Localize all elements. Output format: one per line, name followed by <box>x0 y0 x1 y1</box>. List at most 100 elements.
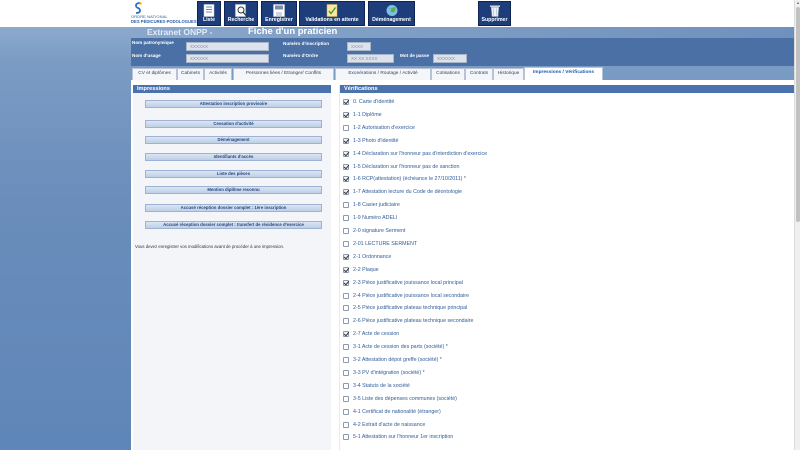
nav-label-validations: Validations en attente <box>305 17 359 23</box>
verifications-panel: Vérifications 0. Carte d'identité 1-1 Dip… <box>339 85 794 450</box>
nom-patronymique-label: Nom patronymique <box>132 40 174 45</box>
verification-checkbox[interactable] <box>343 150 349 157</box>
mot-de-passe-label: Mot de passe <box>400 53 430 58</box>
verification-checkbox[interactable] <box>343 382 349 389</box>
verification-checkbox[interactable] <box>343 318 349 325</box>
search-icon <box>235 4 247 17</box>
verification-checkbox[interactable] <box>343 395 349 402</box>
nav-button-demenagement[interactable]: Déménagement <box>368 1 415 26</box>
verification-checkbox[interactable] <box>343 202 349 209</box>
print-demenagement-button[interactable]: Déménagement <box>145 136 322 144</box>
num-inscription-field[interactable]: XXXX <box>347 42 371 51</box>
num-inscription-label: Numéro d'inscription <box>283 41 330 46</box>
nav-button-recherche[interactable]: Recherche <box>224 1 258 26</box>
verification-label: 1-9 Numéro ADELI <box>353 215 398 222</box>
verification-label: 1-7 Attestation lecture du Code de déont… <box>353 189 462 196</box>
top-header: ORDRE NATIONAL DES PÉDICURES-PODOLOGUES … <box>0 0 794 27</box>
verification-label: 1-8 Casier judiciaire <box>353 202 400 209</box>
num-ordre-label: Numéro d'Ordre <box>283 53 319 58</box>
verification-checkbox[interactable] <box>343 357 349 363</box>
verification-checkbox[interactable] <box>343 305 349 312</box>
verification-checkbox[interactable] <box>343 434 349 441</box>
nav-button-liste[interactable]: Liste <box>197 1 221 26</box>
logo-mark-icon <box>135 2 142 14</box>
verification-label: 4-2 Extrait d'acte de naissance <box>353 421 426 428</box>
verification-label: 4-1 Certificat de nationalité (étranger) <box>353 408 441 415</box>
print-accuse-premiere-inscription-button[interactable]: Accusé réception dossier complet : 1ère … <box>145 204 322 212</box>
nav-label-demenagement: Déménagement <box>372 17 411 23</box>
verification-checkbox[interactable] <box>343 163 349 170</box>
nom-patronymique-field[interactable]: XXXXXX <box>186 42 269 51</box>
verification-label: 2-2 Plaque <box>353 266 379 273</box>
print-accuse-transfert-button[interactable]: Accusé réception dossier complet : trans… <box>145 221 322 229</box>
onpp-logo: ORDRE NATIONAL DES PÉDICURES-PODOLOGUES <box>131 2 197 26</box>
verification-checkbox[interactable] <box>343 228 349 234</box>
tab-cv-diplomes[interactable]: CV et diplômes <box>132 68 177 80</box>
tab-impressions-verifications[interactable]: Impressions / Vérifications <box>524 67 603 80</box>
list-icon <box>203 4 215 17</box>
print-mention-diplome-button[interactable]: Mention diplôme reconnu <box>145 186 322 194</box>
tab-cotisations[interactable]: Cotisations <box>431 68 465 80</box>
verification-checkbox[interactable] <box>343 421 349 428</box>
print-identifiants-acces-button[interactable]: Identifiants d'accès <box>145 153 322 161</box>
verification-checkbox[interactable] <box>343 344 349 351</box>
nav-label-enregistrer: Enregistrer <box>265 17 293 23</box>
tab-historique[interactable]: Historique <box>493 68 524 80</box>
verification-checkbox[interactable] <box>343 189 349 196</box>
print-cessation-activite-button[interactable]: Cessation d'activité <box>145 120 322 128</box>
verification-checkbox[interactable] <box>343 408 349 415</box>
verification-checkbox[interactable] <box>343 266 349 273</box>
verification-checkbox[interactable] <box>343 124 349 131</box>
verification-checkbox[interactable] <box>343 111 349 118</box>
verification-label: 0. Carte d'identité <box>353 99 395 105</box>
verification-checkbox[interactable] <box>343 240 349 247</box>
nav-button-validations[interactable]: Validations en attente <box>299 1 365 26</box>
verification-label: 2-5 Pièce justificative plateau techniqu… <box>353 305 468 312</box>
mot-de-passe-field[interactable]: XXXXXX <box>433 54 467 63</box>
nav-button-enregistrer[interactable]: Enregistrer <box>261 1 297 26</box>
page-scrollbar[interactable]: ▲ <box>794 0 800 450</box>
nav-label-recherche: Recherche <box>227 17 255 23</box>
scrollbar-thumb[interactable] <box>796 7 800 222</box>
site-title: Extranet ONPP - <box>147 27 213 37</box>
verification-label: 2-3 Pièce justificative jouissance local… <box>353 279 463 286</box>
verification-label: 2-0 signature Serment <box>353 228 406 234</box>
validation-icon <box>326 4 338 17</box>
scroll-up-arrow-icon[interactable]: ▲ <box>795 0 800 6</box>
verification-label: 1-6 RCP(attestation) (échéance le 27/10/… <box>353 176 466 183</box>
verification-label: 3-5 Liste des dépenses communes (société… <box>353 395 457 402</box>
verification-label: 3-3 PV d'intégration (société) * <box>353 369 425 376</box>
num-ordre-field[interactable]: XX XX XXXX <box>347 54 394 63</box>
save-icon <box>273 4 285 17</box>
verification-checkbox[interactable] <box>343 176 349 183</box>
nom-usage-field[interactable]: XXXXXX <box>186 54 269 63</box>
tab-content: Impressions Attestation inscription prov… <box>131 80 794 450</box>
nom-usage-label: Nom d'usage <box>132 53 161 58</box>
globe-icon <box>386 5 397 16</box>
verification-checkbox[interactable] <box>343 331 349 338</box>
verification-checkbox[interactable] <box>343 279 349 286</box>
tab-cabinets[interactable]: Cabinets <box>177 68 204 80</box>
tab-contrats[interactable]: Contrats <box>465 68 493 80</box>
print-attestation-inscription-button[interactable]: Attestation inscription provisoire <box>145 100 322 108</box>
verification-checkbox[interactable] <box>343 99 349 105</box>
verification-label: 2-01 LECTURE SERMENT <box>353 240 418 247</box>
verification-label: 1-2 Autorisation d'exercice <box>353 124 415 131</box>
nav-label-liste: Liste <box>202 17 216 23</box>
print-liste-pieces-button[interactable]: Liste des pièces <box>145 170 322 178</box>
verifications-heading: Vérifications <box>340 85 794 93</box>
verification-label: 2-7 Acte de cession <box>353 331 400 338</box>
verification-checkbox[interactable] <box>343 253 349 260</box>
page-title: Fiche d'un praticien <box>248 26 338 37</box>
verification-label: 3-2 Attestation dépot greffe (société) * <box>353 357 442 363</box>
tab-bar: CV et diplômes Cabinets Activités Person… <box>131 67 794 80</box>
nav-button-supprimer[interactable]: Supprimer <box>478 1 511 26</box>
tab-personnes-liees[interactable]: Personnes liées / Etranger/ Conflits <box>233 68 334 80</box>
tab-exonerations[interactable]: Exonérations / Routage / Activité <box>335 68 431 80</box>
verification-label: 2-6 Pièce justificative plateau techniqu… <box>353 318 474 325</box>
verification-checkbox[interactable] <box>343 369 349 376</box>
tab-activites[interactable]: Activités <box>204 68 232 80</box>
verification-checkbox[interactable] <box>343 137 349 144</box>
verification-checkbox[interactable] <box>343 292 349 299</box>
verification-checkbox[interactable] <box>343 215 349 222</box>
